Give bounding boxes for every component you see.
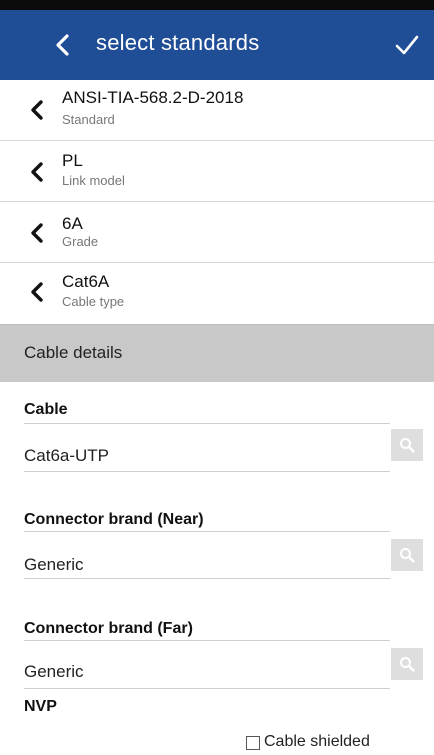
cable-type-value: Cat6A (62, 272, 110, 291)
status-bar (0, 0, 434, 10)
divider (24, 423, 390, 424)
divider (24, 531, 390, 532)
search-icon (400, 657, 415, 672)
cable-field[interactable]: Cat6a-UTP (24, 446, 109, 466)
cable-type-label: Cable type (62, 294, 125, 309)
app-bar: select standards (0, 10, 434, 80)
grade-label: Grade (62, 234, 99, 249)
connector-near-field[interactable]: Generic (24, 555, 84, 575)
cable-shielded-checkbox[interactable]: Cable shielded (246, 733, 426, 755)
chevron-left-icon (28, 281, 46, 303)
section-title: Cable details (24, 343, 123, 362)
link-model-selector[interactable]: PL Link model (0, 141, 434, 202)
divider (24, 578, 390, 579)
connector-far-search-button[interactable] (391, 648, 423, 680)
divider (24, 640, 390, 641)
cable-details-header: Cable details (0, 324, 434, 382)
check-icon[interactable] (393, 32, 421, 58)
connector-near-search-button[interactable] (391, 539, 423, 571)
grade-selector[interactable]: 6A Grade (0, 202, 434, 263)
standard-selector[interactable]: ANSI-TIA-568.2-D-2018 Standard (0, 80, 434, 141)
cable-type-selector[interactable]: Cat6A Cable type (0, 263, 434, 323)
connector-far-label: Connector brand (Far) (24, 620, 193, 637)
cable-shielded-label: Cable shielded (264, 733, 370, 750)
link-model-label: Link model (62, 173, 125, 188)
standard-value: ANSI-TIA-568.2-D-2018 (62, 88, 244, 107)
divider (24, 688, 390, 689)
search-icon (400, 548, 415, 563)
search-icon (400, 438, 415, 453)
page-title: select standards (96, 30, 260, 55)
link-model-value: PL (62, 151, 83, 170)
chevron-left-icon[interactable] (50, 32, 76, 58)
checkbox-icon[interactable] (246, 736, 260, 750)
divider (24, 471, 390, 472)
cable-search-button[interactable] (391, 429, 423, 461)
chevron-left-icon (28, 99, 46, 121)
grade-value: 6A (62, 214, 83, 233)
connector-near-label: Connector brand (Near) (24, 511, 204, 528)
nvp-label: NVP (24, 698, 57, 715)
cable-label: Cable (24, 401, 68, 418)
connector-far-field[interactable]: Generic (24, 662, 84, 682)
chevron-left-icon (28, 222, 46, 244)
chevron-left-icon (28, 161, 46, 183)
standard-label: Standard (62, 112, 115, 127)
